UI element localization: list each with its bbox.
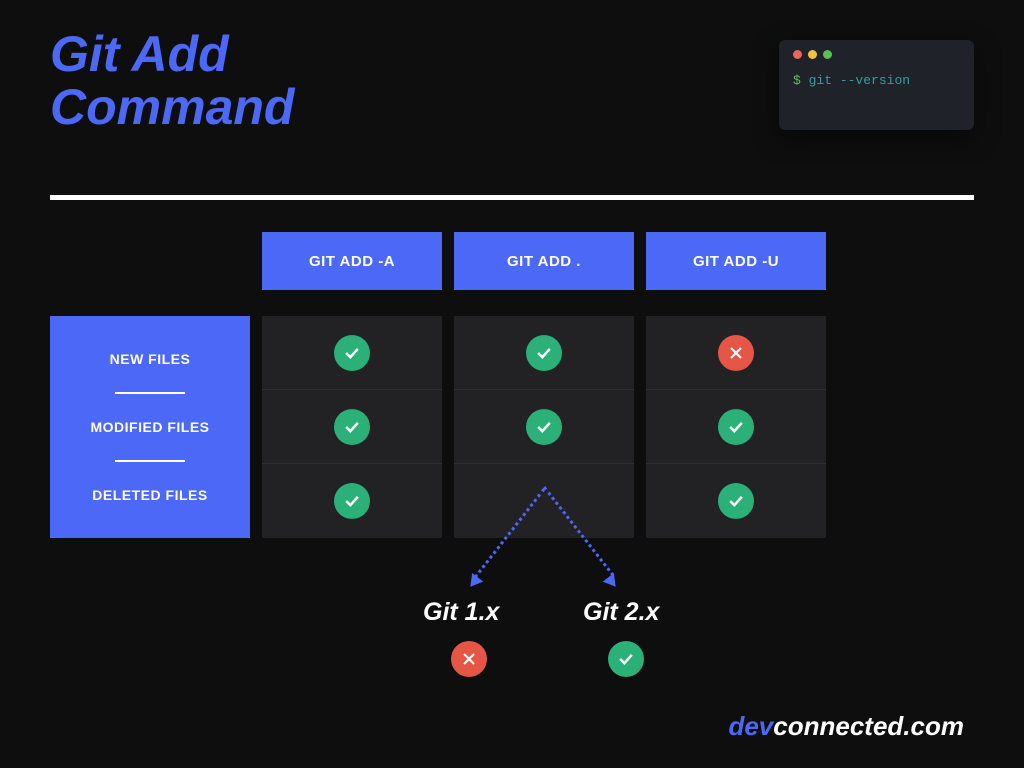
check-icon — [334, 335, 370, 371]
row-divider — [115, 392, 185, 394]
row-label-new: NEW FILES — [110, 343, 191, 375]
table-spacer — [50, 232, 250, 290]
column-header-add-u: GIT ADD -U — [646, 232, 826, 290]
title-line-1: Git Add — [50, 28, 294, 81]
close-icon — [793, 50, 802, 59]
table-cell — [262, 316, 442, 390]
maximize-icon — [823, 50, 832, 59]
column-header-add-a: GIT ADD -A — [262, 232, 442, 290]
terminal-dots — [793, 50, 960, 59]
version-label-git1: Git 1.x — [423, 598, 499, 627]
check-icon — [334, 483, 370, 519]
row-labels-block: NEW FILES MODIFIED FILES DELETED FILES — [50, 316, 250, 538]
check-icon — [526, 335, 562, 371]
table-cell — [262, 464, 442, 538]
check-icon — [718, 409, 754, 445]
terminal-prompt: $ — [793, 73, 801, 88]
footer-rest: connected.com — [773, 711, 964, 741]
check-icon — [526, 409, 562, 445]
cross-icon — [451, 641, 487, 677]
table-cell — [646, 390, 826, 464]
horizontal-rule — [50, 195, 974, 200]
title-line-2: Command — [50, 81, 294, 134]
page-title: Git Add Command — [50, 28, 294, 133]
check-icon — [334, 409, 370, 445]
terminal-window: $ git --version — [779, 40, 974, 130]
row-label-modified: MODIFIED FILES — [91, 411, 210, 443]
table-cell — [454, 390, 634, 464]
table-cell — [646, 316, 826, 390]
arrow-left-icon — [474, 488, 545, 578]
minimize-icon — [808, 50, 817, 59]
table-cell — [454, 316, 634, 390]
arrowhead-right-icon — [603, 573, 621, 591]
cross-icon — [718, 335, 754, 371]
check-icon — [608, 641, 644, 677]
footer-branding: devconnected.com — [728, 711, 964, 742]
row-label-deleted: DELETED FILES — [92, 479, 207, 511]
arrowhead-left-icon — [465, 573, 483, 591]
footer-brand: dev — [728, 711, 773, 741]
column-header-add-dot: GIT ADD . — [454, 232, 634, 290]
terminal-command: $ git --version — [793, 73, 960, 88]
terminal-text: git --version — [809, 73, 910, 88]
version-label-git2: Git 2.x — [583, 598, 659, 627]
arrow-right-icon — [543, 486, 614, 576]
table-cell — [262, 390, 442, 464]
version-split: Git 1.x Git 2.x — [433, 486, 763, 686]
row-divider — [115, 460, 185, 462]
